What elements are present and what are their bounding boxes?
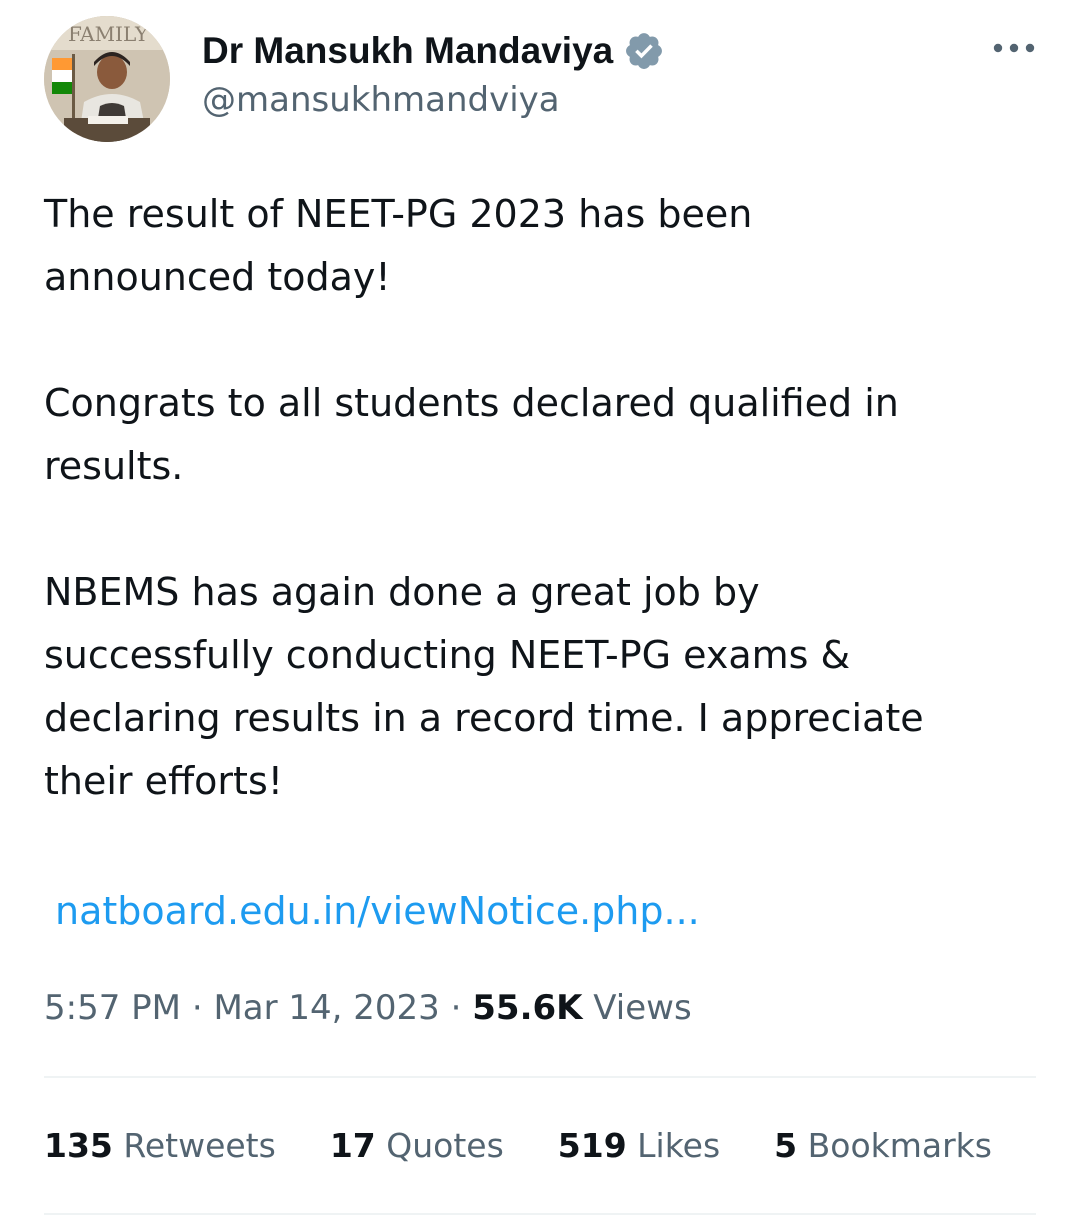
bookmarks-label: Bookmarks (807, 1126, 992, 1165)
tweet-paragraph-1: The result of NEET-PG 2023 has been anno… (44, 183, 1034, 309)
tweet-line: declaring results in a record time. I ap… (44, 696, 924, 740)
avatar[interactable]: FAMILY (44, 16, 170, 142)
meta-separator: · (450, 988, 462, 1028)
tweet-line: their efforts! (44, 759, 283, 803)
tweet-line: successfully conducting NEET-PG exams & (44, 633, 851, 677)
bookmarks-stat[interactable]: 5 Bookmarks (774, 1120, 992, 1172)
author-name-row: Dr Mansukh Mandaviya (202, 26, 665, 76)
bookmarks-count: 5 (774, 1126, 798, 1165)
tweet-line: NBEMS has again done a great job by (44, 570, 760, 614)
more-options-icon[interactable] (984, 30, 1044, 66)
likes-count: 519 (557, 1126, 627, 1165)
divider (44, 1213, 1036, 1215)
avatar-sign-text: FAMILY (68, 22, 149, 46)
tweet-link[interactable]: natboard.edu.in/viewNotice.php... (55, 880, 700, 943)
tweet-paragraph-3: NBEMS has again done a great job by succ… (44, 561, 1034, 813)
views-label: Views (593, 988, 692, 1028)
tweet-line: The result of NEET-PG 2023 has been (44, 192, 753, 236)
quotes-label: Quotes (386, 1126, 504, 1165)
engagement-stats: 135 Retweets 17 Quotes 519 Likes 5 Bookm… (44, 1120, 992, 1172)
author-handle[interactable]: @mansukhmandviya (202, 80, 560, 120)
quotes-count: 17 (329, 1126, 376, 1165)
tweet-line: results. (44, 444, 184, 488)
meta-separator: · (191, 988, 203, 1028)
display-name[interactable]: Dr Mansukh Mandaviya (202, 30, 613, 72)
retweets-count: 135 (44, 1126, 113, 1165)
retweets-label: Retweets (123, 1126, 276, 1165)
tweet-meta: 5:57 PM · Mar 14, 2023 · 55.6K Views (44, 982, 692, 1034)
retweets-stat[interactable]: 135 Retweets (44, 1120, 276, 1172)
views-count: 55.6K (472, 988, 583, 1028)
tweet-line: announced today! (44, 255, 391, 299)
tweet-paragraph-2: Congrats to all students declared qualif… (44, 372, 1034, 498)
likes-label: Likes (637, 1126, 721, 1165)
tweet-time[interactable]: 5:57 PM (44, 988, 181, 1028)
tweet-line: Congrats to all students declared qualif… (44, 381, 899, 425)
divider (44, 1076, 1036, 1078)
quotes-stat[interactable]: 17 Quotes (330, 1120, 504, 1172)
tweet-date[interactable]: Mar 14, 2023 (213, 988, 439, 1028)
likes-stat[interactable]: 519 Likes (558, 1120, 720, 1172)
tweet-text: The result of NEET-PG 2023 has been anno… (44, 183, 1034, 813)
profile-photo: FAMILY (44, 16, 170, 142)
verified-badge-icon (626, 33, 663, 69)
